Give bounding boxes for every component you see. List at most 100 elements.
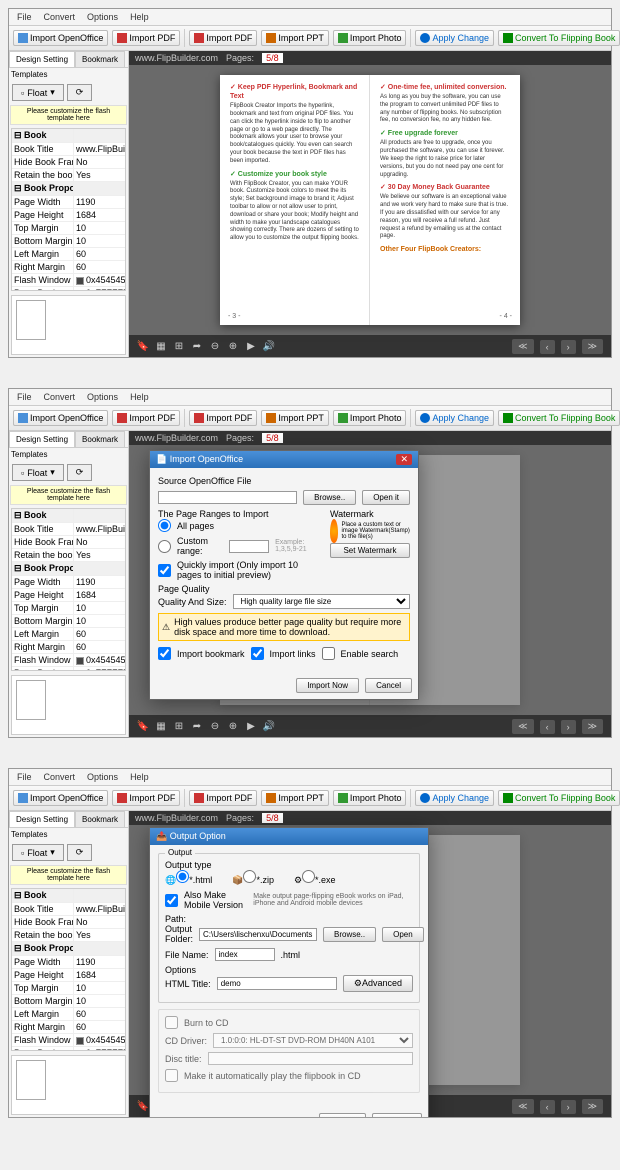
property-row[interactable]: ⊟ Book xyxy=(12,509,125,523)
menu-options[interactable]: Options xyxy=(87,12,118,22)
browse-button[interactable]: Browse.. xyxy=(303,490,356,505)
import-openoffice-button[interactable]: Import OpenOffice xyxy=(13,30,108,46)
burn-cd-checkbox[interactable] xyxy=(165,1016,178,1029)
cd-driver-select[interactable]: 1.0:0:0: HL-DT-ST DVD-ROM DH40N A101 xyxy=(213,1033,413,1048)
template-float-button[interactable]: ▫Float▾ xyxy=(12,84,64,101)
sound-icon[interactable]: 🔊 xyxy=(263,341,275,353)
next-page-button[interactable]: › xyxy=(561,340,576,354)
all-pages-radio[interactable] xyxy=(158,519,171,532)
zoom-in-icon[interactable]: ⊕ xyxy=(227,341,239,353)
bookmark-icon[interactable]: 🔖 xyxy=(137,341,149,353)
book-page-left[interactable]: ✓ Keep PDF Hyperlink, Bookmark and Text … xyxy=(220,75,370,325)
grid-icon[interactable]: ▦ xyxy=(155,341,167,353)
property-row[interactable]: Retain the book to centerYes xyxy=(12,169,125,182)
property-row[interactable]: Left Margin60 xyxy=(12,1008,125,1021)
property-row[interactable]: Top Margin10 xyxy=(12,222,125,235)
property-row[interactable]: Bottom Margin10 xyxy=(12,995,125,1008)
menu-file[interactable]: File xyxy=(17,12,32,22)
import-bookmark-checkbox[interactable] xyxy=(158,647,171,660)
browse-folder-button[interactable]: Browse.. xyxy=(323,927,376,942)
close-button[interactable]: ✕ xyxy=(396,454,412,465)
property-row[interactable]: Page Width1190 xyxy=(12,576,125,589)
output-exe-radio[interactable] xyxy=(302,870,315,883)
import-pdf-button[interactable]: Import PDF xyxy=(112,30,180,46)
property-row[interactable]: ⊟ Book Proportions xyxy=(12,942,125,956)
menu-help[interactable]: Help xyxy=(130,12,149,22)
set-watermark-button[interactable]: Set Watermark xyxy=(330,543,410,558)
property-row[interactable]: ⊟ Book xyxy=(12,889,125,903)
property-row[interactable]: Left Margin60 xyxy=(12,248,125,261)
property-row[interactable]: ⊟ Book xyxy=(12,129,125,143)
property-row[interactable]: Hide Book Frame BarNo xyxy=(12,536,125,549)
quick-import-checkbox[interactable] xyxy=(158,564,171,577)
autoplay-cd-checkbox[interactable] xyxy=(165,1069,178,1082)
property-row[interactable]: Hide Book Frame BarNo xyxy=(12,156,125,169)
tab-bookmark[interactable]: Bookmark xyxy=(75,51,125,67)
open-button[interactable]: Open it xyxy=(362,490,410,505)
property-row[interactable]: Page Background Color0xFFFFFF xyxy=(12,667,125,671)
property-row[interactable]: Bottom Margin10 xyxy=(12,235,125,248)
import-ppt-button[interactable]: Import PPT xyxy=(261,30,329,46)
property-row[interactable]: Hide Book Frame BarNo xyxy=(12,916,125,929)
mobile-version-checkbox[interactable] xyxy=(165,894,178,907)
property-row[interactable]: Page Width1190 xyxy=(12,196,125,209)
filename-input[interactable] xyxy=(215,948,275,961)
autoplay-icon[interactable]: ▶ xyxy=(245,341,257,353)
import-links-checkbox[interactable] xyxy=(251,647,264,660)
output-html-radio[interactable] xyxy=(176,870,189,883)
quality-select[interactable]: High quality large file size xyxy=(233,594,410,609)
property-row[interactable]: Flash Window Color0x454545 xyxy=(12,654,125,667)
range-input[interactable] xyxy=(229,540,269,553)
cancel-output-button[interactable]: Cancel xyxy=(319,1113,366,1117)
property-row[interactable]: ⊟ Book Proportions xyxy=(12,182,125,196)
property-row[interactable]: Right Margin60 xyxy=(12,261,125,274)
customize-banner[interactable]: Please customize the flash template here xyxy=(10,105,127,125)
property-row[interactable]: Left Margin60 xyxy=(12,628,125,641)
book-page-right[interactable]: ✓ One-time fee, unlimited conversion. As… xyxy=(370,75,520,325)
property-row[interactable]: Page Width1190 xyxy=(12,956,125,969)
import-doc-button[interactable]: Import PDF xyxy=(189,30,257,46)
property-row[interactable]: Top Margin10 xyxy=(12,982,125,995)
property-row[interactable]: Right Margin60 xyxy=(12,1021,125,1034)
enable-search-checkbox[interactable] xyxy=(322,647,335,660)
html-title-input[interactable] xyxy=(217,977,337,990)
property-row[interactable]: Book Titlewww.FlipBuil... xyxy=(12,143,125,156)
property-row[interactable]: Page Background Color0xFFFFFF xyxy=(12,1047,125,1051)
thumbnail-page[interactable] xyxy=(16,300,46,340)
property-row[interactable]: Page Height1684 xyxy=(12,969,125,982)
thumbs-icon[interactable]: ⊞ xyxy=(173,341,185,353)
property-row[interactable]: Book Titlewww.FlipBuil... xyxy=(12,523,125,536)
property-row[interactable]: Top Margin10 xyxy=(12,602,125,615)
property-row[interactable]: ⊟ Book Proportions xyxy=(12,562,125,576)
property-row[interactable]: Right Margin60 xyxy=(12,641,125,654)
property-row[interactable]: Flash Window Color0x454545 xyxy=(12,1034,125,1047)
tab-design-setting[interactable]: Design Setting xyxy=(9,51,75,67)
last-page-button[interactable]: ≫ xyxy=(582,339,603,354)
import-photo-button[interactable]: Import Photo xyxy=(333,30,407,46)
template-reload-button[interactable]: ⟳ xyxy=(67,84,93,101)
advanced-button[interactable]: ⚙Advanced xyxy=(343,975,413,992)
output-zip-radio[interactable] xyxy=(243,870,256,883)
import-now-button[interactable]: Import Now xyxy=(296,678,359,693)
output-folder-input[interactable] xyxy=(199,928,317,941)
property-row[interactable]: Book Titlewww.FlipBuil... xyxy=(12,903,125,916)
apply-change-button[interactable]: Apply Change xyxy=(415,30,494,46)
first-page-button[interactable]: ≪ xyxy=(512,339,533,354)
prev-page-button[interactable]: ‹ xyxy=(540,340,555,354)
property-row[interactable]: Page Height1684 xyxy=(12,209,125,222)
property-row[interactable]: Page Height1684 xyxy=(12,589,125,602)
share-icon[interactable]: ➦ xyxy=(191,341,203,353)
page-indicator[interactable]: 5/8 xyxy=(262,53,283,63)
disc-title-input[interactable] xyxy=(208,1052,413,1065)
custom-range-radio[interactable] xyxy=(158,540,171,553)
source-file-input[interactable] xyxy=(158,491,297,504)
open-folder-button[interactable]: Open xyxy=(382,927,424,942)
property-row[interactable]: Retain the book to centerYes xyxy=(12,929,125,942)
property-row[interactable]: Retain the book to centerYes xyxy=(12,549,125,562)
menu-convert[interactable]: Convert xyxy=(44,12,76,22)
zoom-out-icon[interactable]: ⊖ xyxy=(209,341,221,353)
cancel-button[interactable]: Cancel xyxy=(365,678,412,693)
convert-output-button[interactable]: Convert xyxy=(372,1113,422,1117)
property-row[interactable]: Page Background Color0xFFFFFF xyxy=(12,287,125,291)
convert-button[interactable]: Convert To Flipping Book xyxy=(498,30,620,46)
